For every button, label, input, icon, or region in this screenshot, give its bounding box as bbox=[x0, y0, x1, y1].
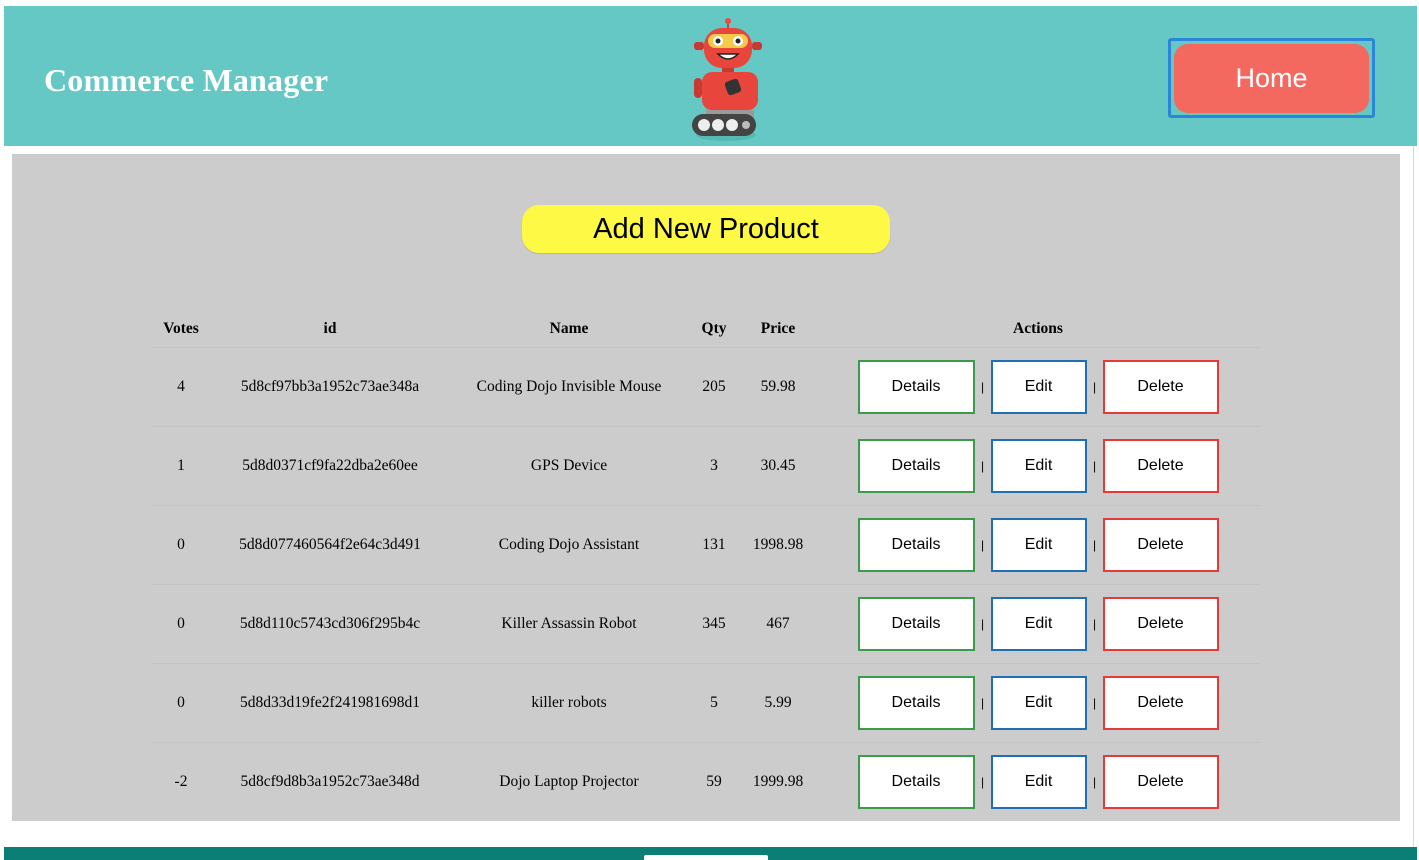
action-separator: | bbox=[1092, 458, 1097, 473]
column-header-price: Price bbox=[740, 312, 816, 348]
cell-qty: 205 bbox=[688, 347, 740, 427]
details-button[interactable]: Details bbox=[857, 359, 975, 414]
cell-name: killer robots bbox=[450, 663, 688, 743]
cell-price: 5.99 bbox=[740, 663, 816, 743]
products-table: Votes id Name Qty Price Actions 4 5d8cf9… bbox=[152, 312, 1260, 821]
action-separator: | bbox=[980, 458, 985, 473]
cell-votes: 0 bbox=[152, 663, 210, 743]
edit-button[interactable]: Edit bbox=[990, 359, 1087, 414]
action-separator: | bbox=[980, 695, 985, 710]
cell-id: 5d8cf97bb3a1952c73ae348a bbox=[210, 347, 450, 427]
action-separator: | bbox=[1092, 537, 1097, 552]
cell-votes: 0 bbox=[152, 584, 210, 664]
column-header-votes: Votes bbox=[152, 312, 210, 348]
row-actions: Details | Edit | Delete bbox=[816, 438, 1260, 493]
action-separator: | bbox=[980, 616, 985, 631]
row-actions: Details | Edit | Delete bbox=[816, 359, 1260, 414]
cell-qty: 131 bbox=[688, 505, 740, 585]
add-new-product-button[interactable]: Add New Product bbox=[522, 205, 890, 253]
details-button[interactable]: Details bbox=[857, 754, 975, 809]
details-button[interactable]: Details bbox=[857, 675, 975, 730]
delete-button[interactable]: Delete bbox=[1102, 754, 1219, 809]
app-footer bbox=[4, 847, 1417, 860]
cell-id: 5d8d0371cf9fa22dba2e60ee bbox=[210, 426, 450, 506]
edit-button[interactable]: Edit bbox=[990, 517, 1087, 572]
page-divider bbox=[1413, 146, 1414, 850]
cell-price: 467 bbox=[740, 584, 816, 664]
robot-icon bbox=[692, 18, 762, 141]
table-row: 0 5d8d33d19fe2f241981698d1 killer robots… bbox=[152, 663, 1260, 743]
row-actions: Details | Edit | Delete bbox=[816, 754, 1260, 809]
edit-button[interactable]: Edit bbox=[990, 675, 1087, 730]
action-separator: | bbox=[1092, 774, 1097, 789]
cell-qty: 59 bbox=[706, 772, 722, 790]
cell-votes: 1 bbox=[152, 426, 210, 506]
delete-button[interactable]: Delete bbox=[1102, 517, 1219, 572]
details-button[interactable]: Details bbox=[857, 517, 975, 572]
edit-button[interactable]: Edit bbox=[990, 596, 1087, 651]
action-separator: | bbox=[1092, 695, 1097, 710]
cell-votes: 0 bbox=[152, 505, 210, 585]
cell-actions: Details | Edit | Delete bbox=[816, 347, 1260, 427]
table-row: 1 5d8d0371cf9fa22dba2e60ee GPS Device 3 … bbox=[152, 426, 1260, 506]
cell-name: Killer Assassin Robot bbox=[450, 584, 688, 664]
column-header-id: id bbox=[210, 312, 450, 348]
cell-actions: Details | Edit | Delete bbox=[816, 663, 1260, 743]
action-separator: | bbox=[1092, 379, 1097, 394]
brand-title: Commerce Manager bbox=[44, 62, 329, 98]
edit-button[interactable]: Edit bbox=[990, 438, 1087, 493]
footer-tab bbox=[644, 855, 768, 860]
cell-price: 59.98 bbox=[740, 347, 816, 427]
row-actions: Details | Edit | Delete bbox=[816, 517, 1260, 572]
delete-button[interactable]: Delete bbox=[1102, 438, 1219, 493]
column-header-name: Name bbox=[450, 312, 688, 348]
cell-price: 30.45 bbox=[740, 426, 816, 506]
cell-name: Dojo Laptop Projector bbox=[499, 772, 639, 790]
action-separator: | bbox=[980, 774, 985, 789]
cell-price: 1999.98 bbox=[752, 772, 804, 790]
cell-actions: Details | Edit | Delete bbox=[816, 505, 1260, 585]
table-header-row: Votes id Name Qty Price Actions bbox=[152, 312, 1260, 348]
cell-votes: -2 bbox=[174, 772, 188, 790]
delete-button[interactable]: Delete bbox=[1102, 596, 1219, 651]
cell-actions: Details | Edit | Delete bbox=[816, 742, 1260, 821]
column-header-actions: Actions bbox=[816, 312, 1260, 348]
cell-name: GPS Device bbox=[450, 426, 688, 506]
cell-qty: 3 bbox=[688, 426, 740, 506]
cell-actions: Details | Edit | Delete bbox=[816, 426, 1260, 506]
details-button[interactable]: Details bbox=[857, 596, 975, 651]
action-separator: | bbox=[980, 379, 985, 394]
row-actions: Details | Edit | Delete bbox=[816, 675, 1260, 730]
delete-button[interactable]: Delete bbox=[1102, 675, 1219, 730]
details-button[interactable]: Details bbox=[857, 438, 975, 493]
cell-id: 5d8d077460564f2e64c3d491 bbox=[210, 505, 450, 585]
table-row: 0 5d8d110c5743cd306f295b4c Killer Assass… bbox=[152, 584, 1260, 664]
cell-id: 5d8cf9d8b3a1952c73ae348d bbox=[240, 772, 420, 790]
column-header-qty: Qty bbox=[688, 312, 740, 348]
table-row: -2 5d8cf9d8b3a1952c73ae348d Dojo Laptop … bbox=[152, 742, 1260, 821]
table-body: 4 5d8cf97bb3a1952c73ae348a Coding Dojo I… bbox=[152, 347, 1260, 821]
edit-button[interactable]: Edit bbox=[990, 754, 1087, 809]
cell-name: Coding Dojo Invisible Mouse bbox=[450, 347, 688, 427]
cell-name: Coding Dojo Assistant bbox=[450, 505, 688, 585]
delete-button[interactable]: Delete bbox=[1102, 359, 1219, 414]
cell-actions: Details | Edit | Delete bbox=[816, 584, 1260, 664]
table-row: 0 5d8d077460564f2e64c3d491 Coding Dojo A… bbox=[152, 505, 1260, 585]
cell-id: 5d8d110c5743cd306f295b4c bbox=[210, 584, 450, 664]
home-button-focus-ring: Home bbox=[1168, 38, 1375, 118]
row-actions: Details | Edit | Delete bbox=[816, 596, 1260, 651]
cell-id: 5d8d33d19fe2f241981698d1 bbox=[210, 663, 450, 743]
action-separator: | bbox=[1092, 616, 1097, 631]
cell-qty: 345 bbox=[688, 584, 740, 664]
cell-price: 1998.98 bbox=[740, 505, 816, 585]
cell-qty: 5 bbox=[688, 663, 740, 743]
action-separator: | bbox=[980, 537, 985, 552]
app-header: Commerce Manager Home bbox=[4, 6, 1417, 146]
home-button[interactable]: Home bbox=[1174, 44, 1369, 113]
main-panel: Add New Product Votes id Name Qty Price … bbox=[12, 154, 1400, 821]
table-row: 4 5d8cf97bb3a1952c73ae348a Coding Dojo I… bbox=[152, 347, 1260, 427]
cell-votes: 4 bbox=[152, 347, 210, 427]
